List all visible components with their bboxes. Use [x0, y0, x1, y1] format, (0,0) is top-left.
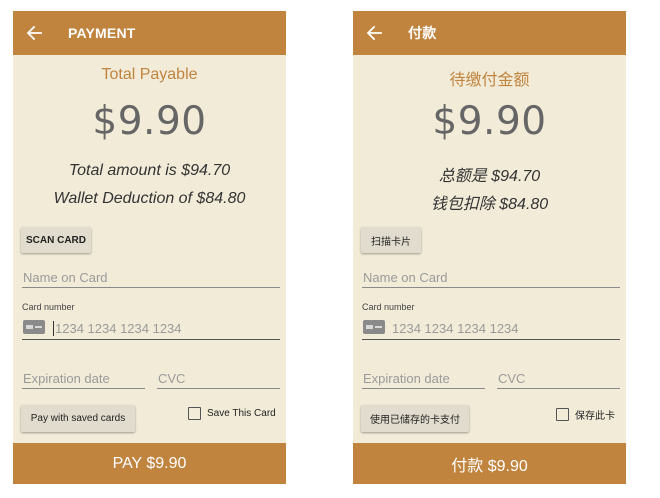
app-bar: PAYMENT: [13, 11, 286, 55]
pay-button[interactable]: PAY $9.90: [13, 443, 286, 484]
card-number-field[interactable]: 1234 1234 1234 1234: [22, 316, 280, 340]
card-number-placeholder: 1234 1234 1234 1234: [55, 321, 182, 336]
save-card-option[interactable]: 保存此卡: [556, 407, 615, 422]
total-amount-text: Total amount is $94.70: [68, 162, 231, 179]
credit-card-icon: [363, 320, 385, 334]
name-on-card-field[interactable]: Name on Card: [22, 268, 280, 288]
expiration-date-placeholder: Expiration date: [23, 371, 110, 386]
cvc-placeholder: CVC: [158, 371, 186, 386]
wallet-deduction-text: 钱包扣除 $84.80: [430, 196, 549, 213]
pay-button[interactable]: 付款 $9.90: [353, 443, 626, 484]
name-on-card-placeholder: Name on Card: [363, 270, 448, 285]
app-bar: 付款: [353, 11, 626, 55]
save-card-label: 保存此卡: [575, 411, 615, 422]
expiration-date-field[interactable]: Expiration date: [362, 369, 485, 389]
save-card-checkbox[interactable]: [188, 407, 201, 420]
save-card-label: Save This Card: [207, 408, 276, 419]
card-number-label: Card number: [362, 302, 415, 312]
total-payable-label: Total Payable: [101, 66, 198, 83]
cvc-field[interactable]: CVC: [157, 369, 280, 389]
arrow-left-icon[interactable]: [26, 25, 42, 41]
total-amount-text: 总额是 $94.70: [438, 168, 541, 185]
name-on-card-placeholder: Name on Card: [23, 270, 108, 285]
total-payable-label: 待缴付金额: [449, 72, 530, 89]
name-on-card-field[interactable]: Name on Card: [362, 268, 620, 288]
scan-card-button[interactable]: 扫描卡片: [361, 227, 421, 253]
card-number-label: Card number: [22, 302, 75, 312]
page-title: 付款: [408, 25, 437, 41]
expiration-date-field[interactable]: Expiration date: [22, 369, 145, 389]
text-cursor: [53, 321, 54, 336]
credit-card-icon: [23, 320, 45, 334]
pay-with-saved-cards-button[interactable]: 使用已储存的卡支付: [361, 405, 469, 432]
cvc-field[interactable]: CVC: [497, 369, 620, 389]
cvc-placeholder: CVC: [498, 371, 526, 386]
scan-card-button[interactable]: SCAN CARD: [21, 227, 91, 253]
save-card-checkbox[interactable]: [556, 408, 569, 421]
payment-screen-chinese: 付款 待缴付金额 $9.90 总额是 $94.70 钱包扣除 $84.80 扫描…: [353, 11, 626, 484]
payment-screen-english: PAYMENT Total Payable $9.90 Total amount…: [13, 11, 286, 484]
page-title: PAYMENT: [68, 25, 136, 41]
card-number-field[interactable]: 1234 1234 1234 1234: [362, 316, 620, 340]
pay-with-saved-cards-button[interactable]: Pay with saved cards: [21, 405, 135, 432]
payable-amount: $9.90: [432, 99, 547, 144]
payable-amount: $9.90: [92, 99, 207, 144]
wallet-deduction-text: Wallet Deduction of $84.80: [53, 190, 246, 207]
save-card-option[interactable]: Save This Card: [188, 407, 276, 420]
card-number-placeholder: 1234 1234 1234 1234: [392, 321, 519, 336]
arrow-left-icon[interactable]: [366, 25, 382, 41]
expiration-date-placeholder: Expiration date: [363, 371, 450, 386]
